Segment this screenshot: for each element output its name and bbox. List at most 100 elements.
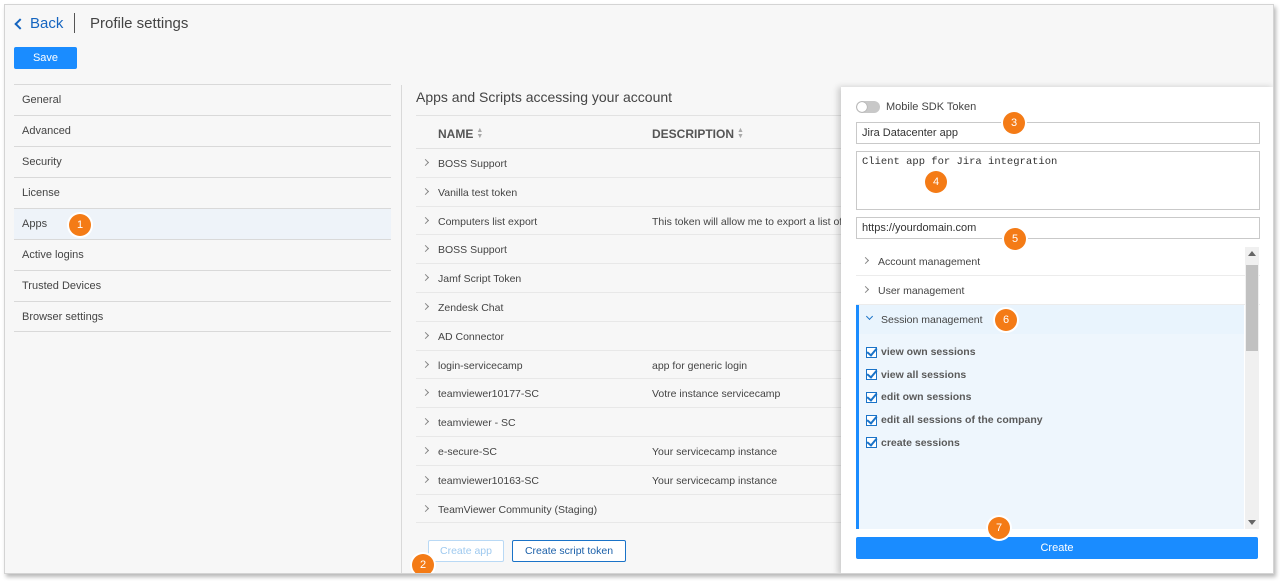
- table-header: NAME ▲ ▼ DESCRIPTION ▲ ▼: [416, 115, 842, 149]
- app-description: Your servicecamp instance: [652, 474, 778, 487]
- permissions-scrollbar[interactable]: [1245, 247, 1259, 529]
- table-row[interactable]: BOSS Support: [416, 149, 842, 178]
- sidebar-item-general[interactable]: General: [14, 84, 391, 115]
- sidebar-item-active-logins[interactable]: Active logins: [14, 239, 391, 270]
- app-name: login-servicecamp: [438, 359, 523, 372]
- scroll-up-icon[interactable]: [1248, 251, 1256, 256]
- chevron-down-icon: [865, 312, 874, 321]
- page-title: Profile settings: [90, 15, 189, 32]
- callout-badge-5: 5: [1004, 228, 1026, 250]
- chevron-right-icon: [421, 245, 430, 253]
- chevron-right-icon: [421, 158, 430, 167]
- table-row[interactable]: Zendesk Chat: [416, 293, 842, 322]
- table-row[interactable]: Computers list export This token will all…: [416, 207, 842, 236]
- toggle-knob: [857, 102, 867, 112]
- permission-group-account-management[interactable]: Account management: [856, 247, 1260, 276]
- table-row[interactable]: teamviewer10177-SC Votre instance service…: [416, 379, 842, 409]
- app-description: Your servicecamp instance: [652, 445, 778, 458]
- chevron-right-icon: [861, 285, 870, 294]
- save-button[interactable]: Save: [14, 47, 77, 69]
- callout-badge-1: 1: [69, 214, 91, 236]
- app-description: Votre instance servicecamp: [652, 388, 781, 401]
- description-field[interactable]: Client app for Jira integration: [856, 151, 1260, 210]
- checkbox-checked-icon[interactable]: [866, 369, 877, 381]
- sidebar-item-advanced[interactable]: Advanced: [14, 115, 391, 146]
- group-header[interactable]: Session management 6: [859, 305, 1244, 334]
- table-row[interactable]: BOSS Support: [416, 235, 842, 265]
- app-description: app for generic login: [652, 359, 748, 372]
- sidebar-item-apps[interactable]: Apps 1: [14, 208, 391, 239]
- app-name: TeamViewer Community (Staging): [438, 503, 598, 516]
- chevron-right-icon: [421, 504, 430, 512]
- app-name: Jamf Script Token: [438, 273, 522, 286]
- create-button[interactable]: Create: [856, 537, 1258, 559]
- table-row[interactable]: Jamf Script Token: [416, 264, 842, 293]
- chevron-right-icon: [421, 389, 430, 397]
- checkbox-checked-icon[interactable]: [866, 414, 877, 426]
- sidebar-item-label: Apps: [22, 218, 48, 230]
- app-name: Computers list export: [438, 215, 538, 228]
- sidebar-item-trusted-devices[interactable]: Trusted Devices: [14, 270, 391, 301]
- chevron-right-icon: [421, 475, 430, 483]
- back-link[interactable]: Back: [14, 15, 64, 32]
- sort-icon: ▲ ▼: [737, 127, 744, 140]
- group-label: User management: [878, 285, 965, 297]
- permission-item[interactable]: edit own sessions: [859, 386, 1244, 409]
- sidebar-item-security[interactable]: Security: [14, 146, 391, 177]
- mobile-sdk-toggle[interactable]: [856, 101, 880, 113]
- sidebar-item-label: Security: [22, 156, 62, 168]
- app-name: BOSS Support: [438, 244, 507, 257]
- checkbox-checked-icon[interactable]: [866, 391, 877, 403]
- permission-label: view all sessions: [881, 368, 967, 381]
- callout-badge-7: 7: [988, 517, 1010, 539]
- url-field[interactable]: https://yourdomain.com: [856, 217, 1260, 239]
- sidebar-item-license[interactable]: License: [14, 177, 391, 208]
- column-label: DESCRIPTION: [652, 127, 735, 141]
- scroll-thumb[interactable]: [1246, 265, 1258, 351]
- checkbox-checked-icon[interactable]: [866, 437, 877, 449]
- chevron-right-icon: [421, 216, 430, 224]
- permission-item[interactable]: edit all sessions of the company: [859, 409, 1244, 432]
- table-row[interactable]: Vanilla test token: [416, 178, 842, 207]
- permission-group-session-management: Session management 6 view own sessions vi…: [856, 305, 1244, 529]
- sidebar-item-label: Active logins: [22, 249, 84, 261]
- app-name: Zendesk Chat: [438, 301, 504, 314]
- app-name-field[interactable]: Jira Datacenter app: [856, 122, 1260, 144]
- create-script-token-button[interactable]: Create script token: [512, 540, 626, 562]
- table-row[interactable]: login-servicecamp app for generic login: [416, 351, 842, 380]
- chevron-right-icon: [421, 187, 430, 195]
- sidebar-item-browser-settings[interactable]: Browser settings: [14, 301, 391, 332]
- permissions-list: Account management User management Sessi…: [856, 247, 1260, 529]
- chevron-right-icon: [421, 274, 430, 282]
- mobile-sdk-toggle-row: Mobile SDK Token: [856, 101, 976, 113]
- callout-badge-3: 3: [1003, 112, 1025, 134]
- permission-item[interactable]: view all sessions: [859, 364, 1244, 387]
- table-row[interactable]: e-secure-SC Your servicecamp instance: [416, 437, 842, 466]
- app-description: This token will allow me to export a lis…: [652, 215, 842, 228]
- back-label: Back: [30, 15, 64, 32]
- table-row[interactable]: teamviewer10163-SC Your servicecamp insta…: [416, 466, 842, 495]
- table-row[interactable]: teamviewer - SC: [416, 408, 842, 437]
- permission-group-user-management[interactable]: User management: [856, 276, 1260, 305]
- app-name: Vanilla test token: [438, 186, 518, 199]
- scroll-down-icon[interactable]: [1248, 520, 1256, 525]
- checkbox-checked-icon[interactable]: [866, 346, 877, 358]
- header-divider: [74, 13, 75, 33]
- section-title: Apps and Scripts accessing your account: [416, 89, 673, 105]
- sidebar-item-label: License: [22, 187, 60, 199]
- chevron-right-icon: [421, 331, 430, 339]
- app-window: Back Profile settings Save General Advan…: [4, 4, 1274, 574]
- callout-badge-2: 2: [412, 554, 434, 573]
- chevron-right-icon: [421, 446, 430, 455]
- permission-item[interactable]: create sessions: [859, 431, 1244, 454]
- create-app-button[interactable]: Create app: [428, 540, 504, 562]
- column-header-name[interactable]: NAME ▲ ▼: [438, 127, 483, 141]
- permission-item[interactable]: view own sessions: [859, 341, 1244, 364]
- table-row[interactable]: AD Connector: [416, 322, 842, 351]
- app-name: BOSS Support: [438, 158, 507, 170]
- column-header-description[interactable]: DESCRIPTION ▲ ▼: [652, 127, 744, 141]
- table-row[interactable]: TeamViewer Community (Staging): [416, 495, 842, 524]
- top-bar: Back Profile settings: [5, 5, 1273, 41]
- apps-list-section: Apps and Scripts accessing your account …: [401, 85, 842, 573]
- settings-sidebar: General Advanced Security License Apps 1…: [14, 84, 391, 332]
